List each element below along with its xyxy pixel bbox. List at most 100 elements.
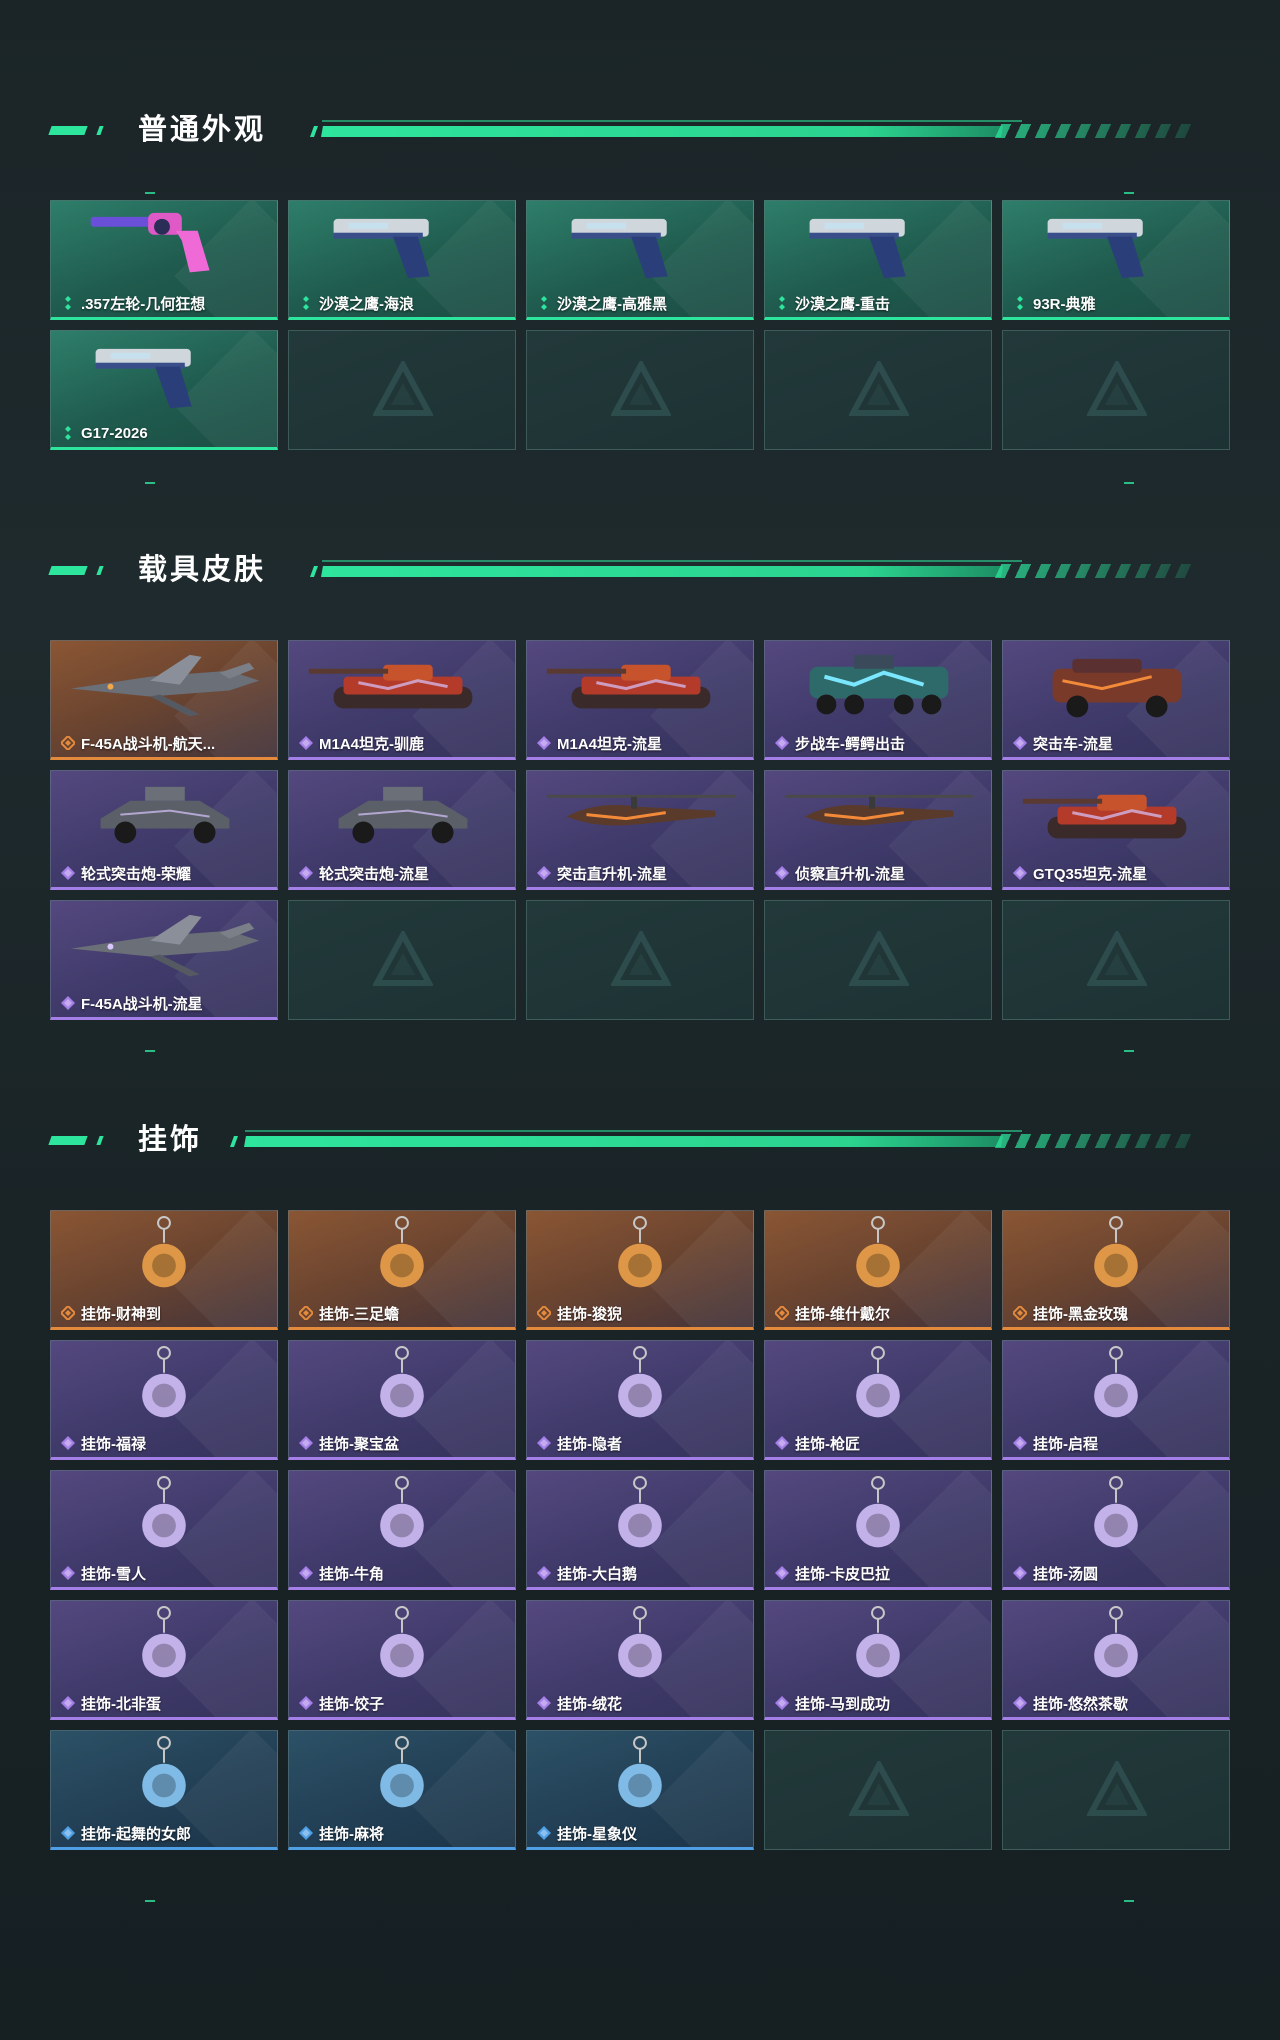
charm-icon [527,1601,753,1691]
rarity-green-icon [299,296,313,310]
item-card[interactable]: 挂饰-雪人 [50,1470,278,1590]
rarity-purple-icon [1013,1566,1027,1580]
charm-icon [289,1211,515,1301]
item-label-row: M1A4坦克-流星 [537,733,745,753]
item-card[interactable]: 侦察直升机-流星 [764,770,992,890]
empty-slot [764,330,992,450]
item-name: 挂饰-启程 [1033,1435,1098,1453]
charm-icon [1003,1341,1229,1431]
item-card[interactable]: 挂饰-聚宝盆 [288,1340,516,1460]
item-card[interactable]: F-45A战斗机-航天... [50,640,278,760]
charms-grid: 挂饰-财神到 挂饰-三足蟾 挂饰-狻猊 挂饰-维什戴尔 挂饰-黑金玫瑰挂饰-福禄 挂饰-聚… [50,1210,1230,1850]
item-card[interactable]: 挂饰-饺子 [288,1600,516,1720]
item-card[interactable]: 挂饰-大白鹅 [526,1470,754,1590]
weapons-grid: .357左轮-几何狂想 沙漠之鹰-海浪 沙漠之鹰-高雅黑 沙漠之鹰-重击 93R-典雅 G… [50,200,1230,450]
charm-icon [765,1341,991,1431]
item-label-row: 突击车-流星 [1013,733,1221,753]
pistol-icon [1003,201,1229,291]
item-card[interactable]: 轮式突击炮-荣耀 [50,770,278,890]
item-label-row: 轮式突击炮-流星 [299,863,507,883]
item-card[interactable]: 步战车-鳄鳄出击 [764,640,992,760]
item-card[interactable]: 沙漠之鹰-海浪 [288,200,516,320]
item-card[interactable]: 突击直升机-流星 [526,770,754,890]
item-name: 挂饰-维什戴尔 [795,1305,890,1323]
item-name: 挂饰-卡皮巴拉 [795,1565,890,1583]
item-card[interactable]: F-45A战斗机-流星 [50,900,278,1020]
item-label-row: 侦察直升机-流星 [775,863,983,883]
item-name: 挂饰-牛角 [319,1565,384,1583]
header-line [321,126,1003,137]
charm-icon [765,1211,991,1301]
item-card[interactable]: 挂饰-汤圆 [1002,1470,1230,1590]
placeholder-logo-icon [847,1758,911,1821]
item-card[interactable]: 挂饰-星象仪 [526,1730,754,1850]
placeholder-logo-icon [609,928,673,991]
item-card[interactable]: 挂饰-财神到 [50,1210,278,1330]
header-line [244,1136,1003,1147]
item-card[interactable]: 挂饰-北非蛋 [50,1600,278,1720]
charm-icon [527,1341,753,1431]
empty-slot [764,1730,992,1850]
item-card[interactable]: 挂饰-绒花 [526,1600,754,1720]
empty-slot [526,900,754,1020]
item-card[interactable]: 突击车-流星 [1002,640,1230,760]
item-card[interactable]: 挂饰-狻猊 [526,1210,754,1330]
pistol-icon [527,201,753,291]
item-card[interactable]: 轮式突击炮-流星 [288,770,516,890]
item-card[interactable]: M1A4坦克-流星 [526,640,754,760]
item-label-row: 挂饰-起舞的女郎 [61,1823,269,1843]
item-label-row: 挂饰-大白鹅 [537,1563,745,1583]
charm-icon [51,1211,277,1301]
item-label-row: 挂饰-雪人 [61,1563,269,1583]
item-name: 挂饰-起舞的女郎 [81,1825,191,1843]
item-label-row: 挂饰-狻猊 [537,1303,745,1323]
item-card[interactable]: G17-2026 [50,330,278,450]
header-accent [48,566,88,575]
item-card[interactable]: 沙漠之鹰-高雅黑 [526,200,754,320]
item-label-row: 挂饰-绒花 [537,1693,745,1713]
section-header: 挂饰 [0,1120,1280,1160]
item-name: 步战车-鳄鳄出击 [795,735,905,753]
placeholder-logo-icon [1085,358,1149,421]
item-card[interactable]: 挂饰-维什戴尔 [764,1210,992,1330]
item-card[interactable]: 挂饰-起舞的女郎 [50,1730,278,1850]
item-card[interactable]: 挂饰-福禄 [50,1340,278,1460]
empty-slot [764,900,992,1020]
corner-mark [1124,1900,1134,1902]
rarity-purple-icon [61,1696,75,1710]
item-label-row: 挂饰-马到成功 [775,1693,983,1713]
item-card[interactable]: 挂饰-麻将 [288,1730,516,1850]
item-card[interactable]: 挂饰-黑金玫瑰 [1002,1210,1230,1330]
item-card[interactable]: 挂饰-启程 [1002,1340,1230,1460]
placeholder-logo-icon [371,928,435,991]
truck-icon [1003,641,1229,731]
section-header: 普通外观 [0,110,1280,150]
item-card[interactable]: 沙漠之鹰-重击 [764,200,992,320]
item-card[interactable]: 93R-典雅 [1002,200,1230,320]
empty-slot [1002,330,1230,450]
item-card[interactable]: 挂饰-卡皮巴拉 [764,1470,992,1590]
item-card[interactable]: .357左轮-几何狂想 [50,200,278,320]
item-label-row: 挂饰-财神到 [61,1303,269,1323]
item-card[interactable]: 挂饰-枪匠 [764,1340,992,1460]
item-name: 轮式突击炮-荣耀 [81,865,191,883]
rarity-purple-icon [61,1436,75,1450]
charm-icon [51,1601,277,1691]
pistol-icon [51,331,277,421]
rarity-purple-icon [775,866,789,880]
section-header: 载具皮肤 [0,550,1280,590]
item-card[interactable]: GTQ35坦克-流星 [1002,770,1230,890]
charm-icon [289,1601,515,1691]
item-label-row: 轮式突击炮-荣耀 [61,863,269,883]
item-label-row: 沙漠之鹰-重击 [775,293,983,313]
item-card[interactable]: 挂饰-牛角 [288,1470,516,1590]
revolver-icon [51,201,277,291]
header-accent [309,566,319,577]
apc-icon [765,641,991,731]
item-card[interactable]: M1A4坦克-驯鹿 [288,640,516,760]
item-card[interactable]: 挂饰-马到成功 [764,1600,992,1720]
item-card[interactable]: 挂饰-隐者 [526,1340,754,1460]
section-vehicles: 载具皮肤 F-45A战斗机-航天... M1A4坦克-驯鹿 M1A4坦克-流星 步战车… [0,550,1280,1052]
item-card[interactable]: 挂饰-三足蟾 [288,1210,516,1330]
item-card[interactable]: 挂饰-悠然茶歇 [1002,1600,1230,1720]
